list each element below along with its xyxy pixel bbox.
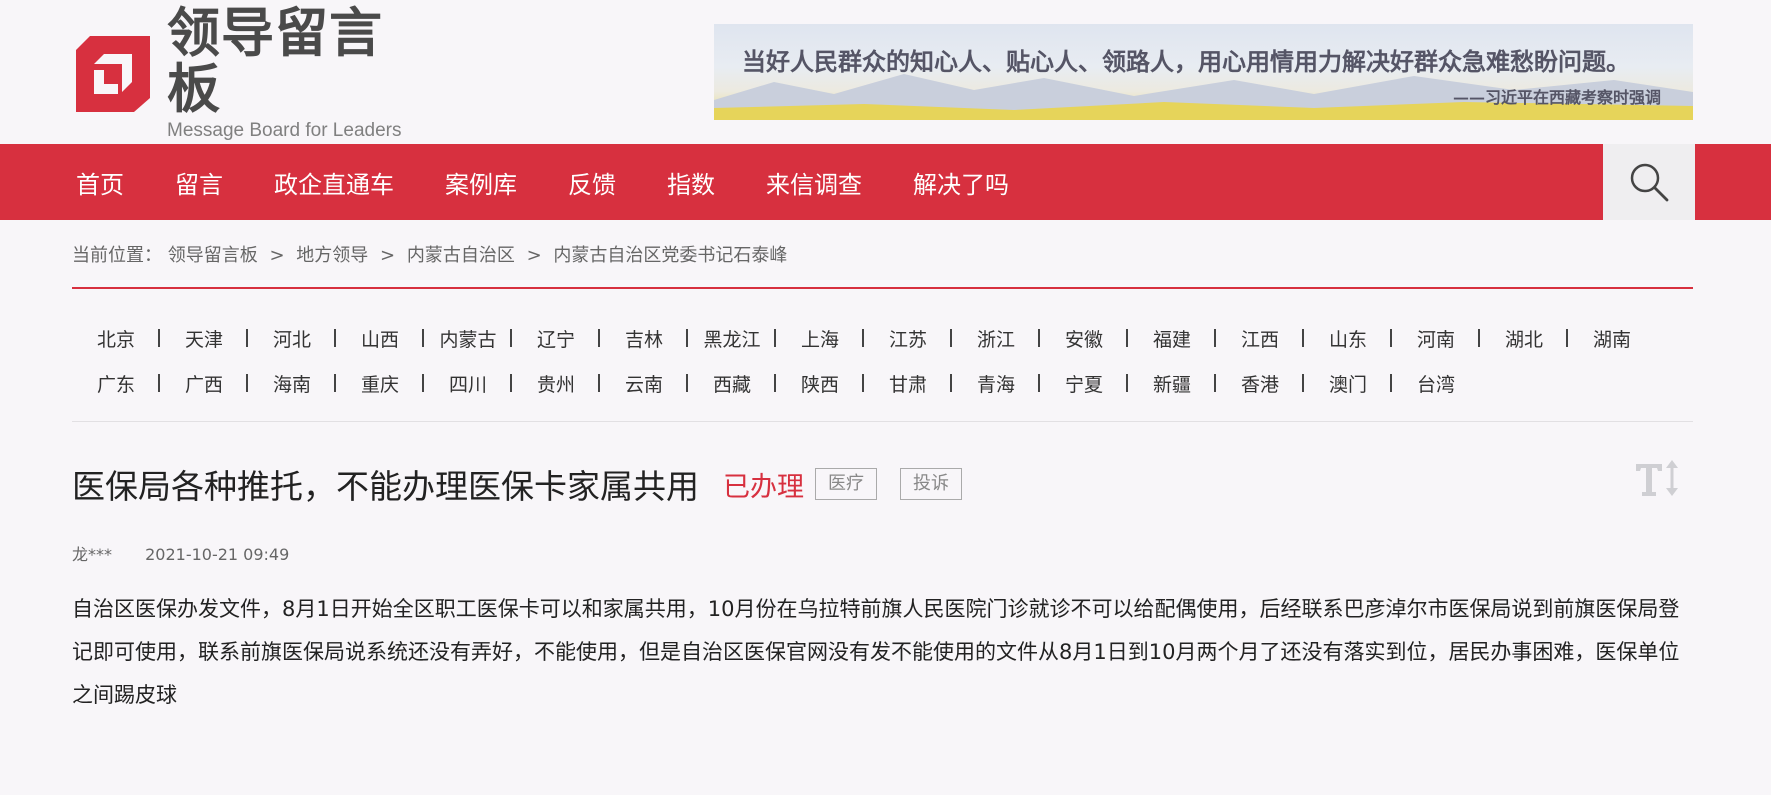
site-logo[interactable]: 领导留言板 Message Board for Leaders — [76, 6, 436, 141]
post-body: 自治区医保办发文件，8月1日开始全区职工医保卡可以和家属共用，10月份在乌拉特前… — [72, 597, 1680, 707]
region-link[interactable]: 西藏 — [688, 370, 776, 397]
post-header: 医保局各种推托，不能办理医保卡家属共用 已办理 医疗 投诉 — [72, 461, 962, 507]
region-link[interactable]: 青海 — [952, 370, 1040, 397]
region-link[interactable]: 贵州 — [512, 370, 600, 397]
breadcrumb-label: 当前位置： — [72, 245, 162, 266]
region-link[interactable]: 山西 — [336, 325, 424, 352]
tag-medical[interactable]: 医疗 — [815, 468, 877, 500]
region-link[interactable]: 海南 — [248, 370, 336, 397]
region-link[interactable]: 浙江 — [952, 325, 1040, 352]
region-link[interactable]: 云南 — [600, 370, 688, 397]
divider — [72, 421, 1693, 422]
breadcrumb-separator: > — [526, 245, 542, 266]
region-link[interactable]: 重庆 — [336, 370, 424, 397]
region-link[interactable]: 吉林 — [600, 325, 688, 352]
post-meta: 龙*** 2021-10-21 09:49 — [72, 541, 289, 565]
logo-subtitle: Message Board for Leaders — [167, 120, 402, 141]
slogan-banner: 当好人民群众的知心人、贴心人、领路人，用心用情用力解决好群众急难愁盼问题。 ——… — [714, 24, 1693, 120]
status-badge: 已办理 — [723, 471, 804, 503]
search-icon — [1630, 163, 1669, 202]
breadcrumb: 当前位置： 领导留言板 > 地方领导 > 内蒙古自治区 > 内蒙古自治区党委书记… — [72, 241, 787, 267]
font-size-icon — [1636, 460, 1678, 496]
region-link[interactable]: 甘肃 — [864, 370, 952, 397]
region-link[interactable]: 福建 — [1128, 325, 1216, 352]
region-link[interactable]: 四川 — [424, 370, 512, 397]
region-list: 北京 天津 河北 山西 内蒙古 辽宁 吉林 黑龙江 上海 江苏 浙江 安徽 福建 江西 山东 河南 湖北 湖南 广… — [72, 316, 1693, 406]
post-date: 2021-10-21 09:49 — [145, 545, 290, 564]
search-button[interactable] — [1603, 144, 1695, 220]
region-link[interactable]: 辽宁 — [512, 325, 600, 352]
region-link[interactable]: 山东 — [1304, 325, 1392, 352]
region-link[interactable]: 宁夏 — [1040, 370, 1128, 397]
region-link[interactable]: 广西 — [160, 370, 248, 397]
region-link[interactable]: 湖北 — [1480, 325, 1568, 352]
banner-quote: 当好人民群众的知心人、贴心人、领路人，用心用情用力解决好群众急难愁盼问题。 — [742, 47, 1630, 76]
breadcrumb-item-local-leaders[interactable]: 地方领导 — [296, 245, 368, 266]
font-size-toggle-button[interactable] — [1634, 456, 1680, 500]
nav-item-home[interactable]: 首页 — [76, 165, 124, 200]
region-link[interactable]: 香港 — [1216, 370, 1304, 397]
region-link[interactable]: 北京 — [72, 325, 160, 352]
breadcrumb-item-region[interactable]: 内蒙古自治区 — [407, 245, 515, 266]
region-link[interactable]: 湖南 — [1568, 325, 1656, 352]
nav-item-resolved[interactable]: 解决了吗 — [913, 165, 1009, 200]
breadcrumb-separator: > — [269, 245, 285, 266]
region-row: 北京 天津 河北 山西 内蒙古 辽宁 吉林 黑龙江 上海 江苏 浙江 安徽 福建 江西 山东 河南 湖北 湖南 — [72, 316, 1693, 361]
region-link[interactable]: 广东 — [72, 370, 160, 397]
region-link[interactable]: 天津 — [160, 325, 248, 352]
banner-source: ——习近平在西藏考察时强调 — [1452, 88, 1661, 107]
region-link[interactable]: 内蒙古 — [424, 325, 512, 352]
region-link[interactable]: 江苏 — [864, 325, 952, 352]
region-link[interactable]: 陕西 — [776, 370, 864, 397]
region-link[interactable]: 澳门 — [1304, 370, 1392, 397]
nav-item-message[interactable]: 留言 — [175, 165, 223, 200]
nav-item-index[interactable]: 指数 — [667, 165, 715, 200]
region-row: 广东 广西 海南 重庆 四川 贵州 云南 西藏 陕西 甘肃 青海 宁夏 新疆 香港 澳门 台湾 — [72, 361, 1693, 406]
nav-item-case-library[interactable]: 案例库 — [445, 165, 517, 200]
region-link[interactable]: 河北 — [248, 325, 336, 352]
region-link[interactable]: 河南 — [1392, 325, 1480, 352]
breadcrumb-item-home[interactable]: 领导留言板 — [168, 245, 258, 266]
breadcrumb-item-leader[interactable]: 内蒙古自治区党委书记石泰峰 — [553, 245, 787, 266]
region-link[interactable]: 安徽 — [1040, 325, 1128, 352]
post-title: 医保局各种推托，不能办理医保卡家属共用 — [72, 467, 699, 506]
region-link[interactable]: 台湾 — [1392, 370, 1480, 397]
divider — [72, 287, 1693, 289]
nav-item-feedback[interactable]: 反馈 — [568, 165, 616, 200]
breadcrumb-separator: > — [380, 245, 396, 266]
tag-complaint[interactable]: 投诉 — [900, 468, 962, 500]
region-link[interactable]: 新疆 — [1128, 370, 1216, 397]
nav-item-gov-enterprise[interactable]: 政企直通车 — [274, 165, 394, 200]
logo-mark-icon — [76, 36, 150, 112]
region-link[interactable]: 上海 — [776, 325, 864, 352]
main-nav: 首页 留言 政企直通车 案例库 反馈 指数 来信调查 解决了吗 — [0, 144, 1771, 220]
region-link[interactable]: 黑龙江 — [688, 325, 776, 352]
nav-item-survey[interactable]: 来信调查 — [766, 165, 862, 200]
region-link[interactable]: 江西 — [1216, 325, 1304, 352]
author-name: 龙*** — [72, 545, 113, 564]
logo-title: 领导留言板 — [167, 3, 383, 120]
